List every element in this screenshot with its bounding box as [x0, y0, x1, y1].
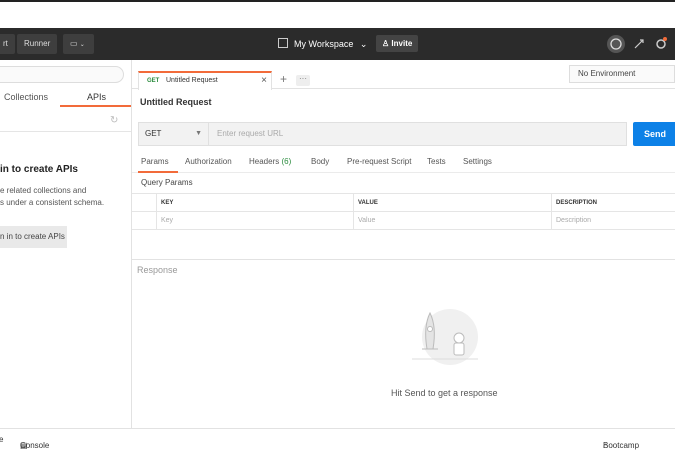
satellite-icon[interactable]: [630, 35, 648, 53]
tab-params[interactable]: Params: [141, 157, 169, 166]
query-params-title: Query Params: [141, 178, 193, 187]
method-select[interactable]: GET ▼: [139, 123, 209, 145]
caret-down-icon: ▼: [195, 130, 202, 137]
workspace-label: My Workspace: [294, 39, 354, 49]
column-description: DESCRIPTION: [551, 194, 675, 212]
table-row: Key Value Description: [132, 212, 675, 230]
request-options-tabs: Params Authorization Headers (6) Body Pr…: [132, 156, 675, 173]
tab-headers[interactable]: Headers (6): [249, 157, 291, 166]
workspace-switcher[interactable]: My Workspace ⌄: [278, 36, 367, 52]
active-tab-indicator: [138, 171, 178, 173]
import-button[interactable]: rt: [0, 34, 15, 54]
gear-icon[interactable]: [652, 35, 670, 53]
footer-left-item[interactable]: e: [0, 435, 3, 444]
column-key: KEY: [156, 194, 356, 212]
tab-prerequest-script[interactable]: Pre-request Script: [347, 157, 411, 166]
key-input[interactable]: Key: [156, 212, 356, 230]
sidebar: Collections APIs ↻ in to create APIs e r…: [0, 60, 132, 428]
response-panel: Response Hit Send to get a response: [132, 259, 675, 428]
invite-button[interactable]: ♙ Invite: [376, 35, 419, 52]
sidebar-search-input[interactable]: [0, 66, 124, 83]
close-icon[interactable]: ×: [261, 75, 267, 86]
request-tab-method: GET: [147, 78, 160, 84]
value-input[interactable]: Value: [353, 212, 551, 230]
runner-button[interactable]: Runner: [17, 34, 58, 54]
response-label: Response: [137, 265, 178, 275]
request-title[interactable]: Untitled Request: [140, 97, 212, 107]
tab-collections[interactable]: Collections: [4, 92, 48, 102]
signin-button[interactable]: n in to create APIs: [0, 226, 67, 248]
tab-settings[interactable]: Settings: [463, 157, 492, 166]
refresh-icon[interactable]: ↻: [110, 115, 118, 126]
params-table: KEY VALUE DESCRIPTION Key Value Descript…: [132, 193, 675, 230]
chevron-down-icon: ⌄: [359, 39, 368, 49]
tab-body[interactable]: Body: [311, 157, 329, 166]
apis-empty-text: e related collections and s under a cons…: [0, 186, 105, 207]
send-button[interactable]: Send: [633, 122, 675, 146]
window-title-bar: [0, 0, 675, 28]
description-input[interactable]: Description: [551, 212, 675, 230]
new-window-button[interactable]: ▭ ⌄: [63, 34, 94, 54]
response-hint: Hit Send to get a response: [391, 388, 498, 398]
sync-icon[interactable]: [607, 35, 625, 53]
url-input[interactable]: Enter request URL: [217, 123, 283, 145]
request-tabstrip: GET Untitled Request × + ··· No Environm…: [132, 60, 675, 90]
divider: [0, 131, 131, 132]
status-bar: e ▤ Console ⌂ Bootcamp: [0, 428, 675, 450]
active-tab-indicator: [60, 105, 131, 107]
new-tab-button[interactable]: +: [280, 72, 287, 86]
more-icon[interactable]: ···: [296, 75, 310, 86]
request-tab-name: Untitled Request: [166, 77, 218, 84]
main-panel: GET Untitled Request × + ··· No Environm…: [132, 60, 675, 428]
tab-apis[interactable]: APIs: [87, 92, 106, 102]
add-user-icon: ♙: [382, 39, 390, 48]
grid-icon: [278, 38, 288, 48]
top-toolbar: rt Runner ▭ ⌄ My Workspace ⌄ ♙ Invite: [0, 28, 675, 60]
tab-tests[interactable]: Tests: [427, 157, 446, 166]
rocket-illustration-icon: [408, 307, 482, 369]
url-bar: GET ▼ Enter request URL: [138, 122, 627, 146]
headers-count: (6): [281, 157, 292, 166]
column-value: VALUE: [353, 194, 551, 212]
window-icon: ▭: [70, 39, 78, 48]
tab-authorization[interactable]: Authorization: [185, 157, 232, 166]
chevron-down-icon: ⌄: [79, 42, 85, 48]
table-header: KEY VALUE DESCRIPTION: [132, 194, 675, 212]
environment-select[interactable]: No Environment: [569, 65, 675, 83]
request-tab[interactable]: GET Untitled Request ×: [138, 71, 272, 90]
apis-empty-heading: in to create APIs: [0, 164, 78, 175]
